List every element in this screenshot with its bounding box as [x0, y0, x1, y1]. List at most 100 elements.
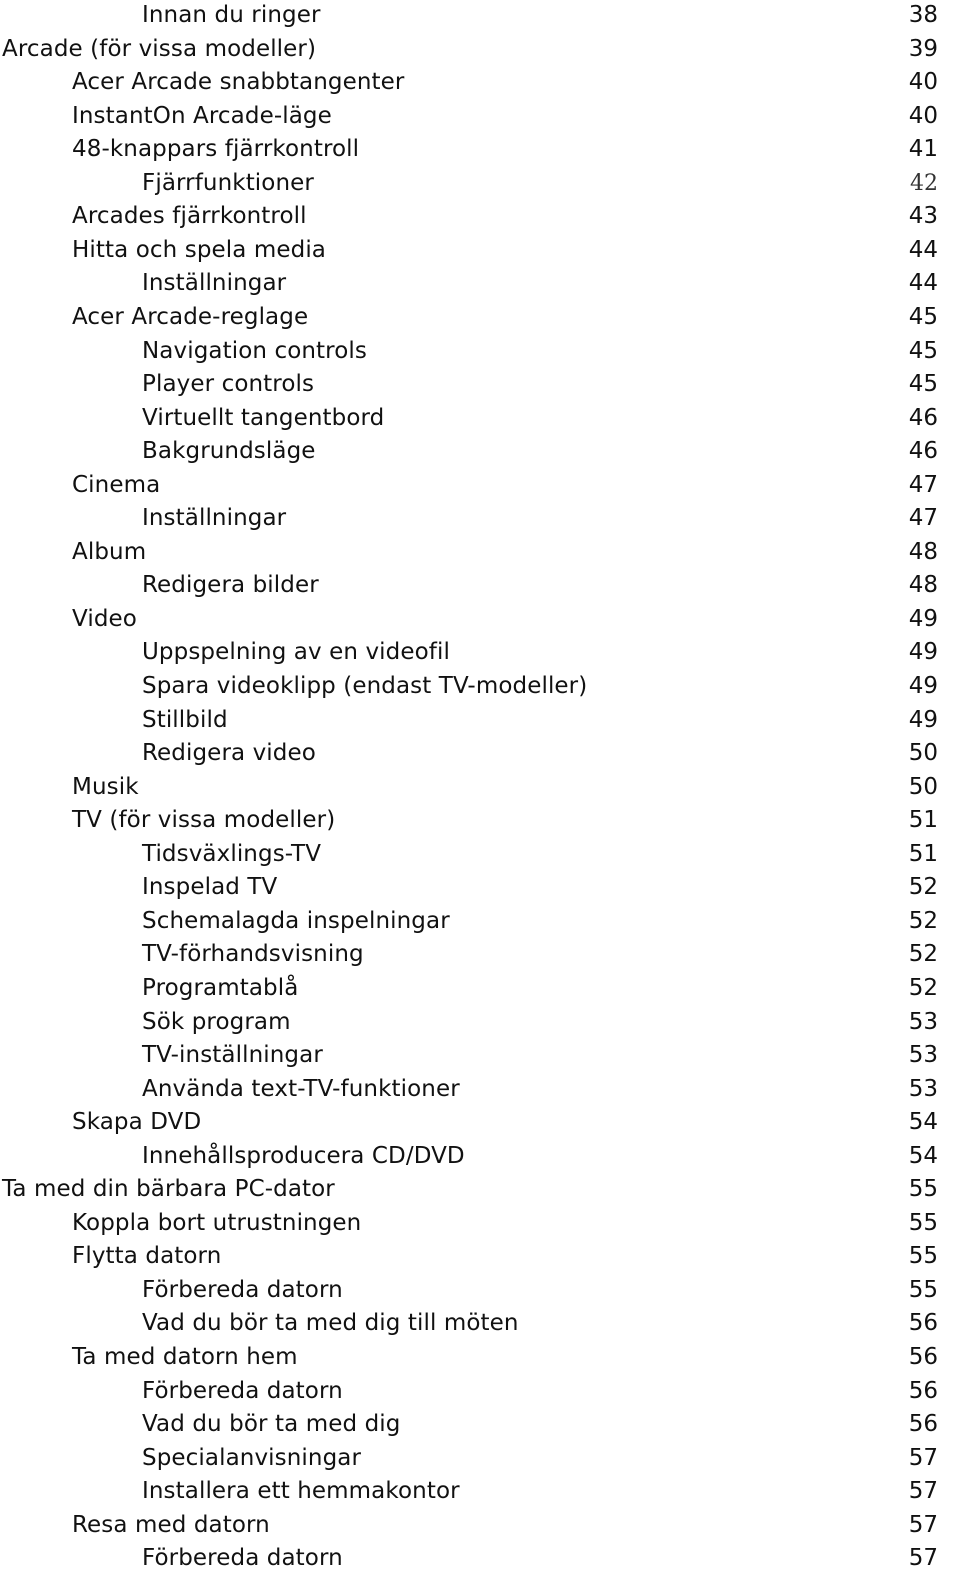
- toc-entry[interactable]: Redigera bilder 48: [0, 569, 960, 602]
- toc-entry[interactable]: Tidsväxlings-TV 51: [0, 838, 960, 871]
- toc-entry[interactable]: Stillbild 49: [0, 704, 960, 737]
- toc-entry-page-number: 53: [908, 1008, 938, 1035]
- toc-entry-title: Ta med din bärbara PC-dator: [2, 1176, 335, 1203]
- toc-entry[interactable]: Flytta datorn 55: [0, 1240, 960, 1273]
- toc-entry-title: Hitta och spela media: [72, 236, 326, 263]
- toc-entry[interactable]: Vad du bör ta med dig till möten 56: [0, 1307, 960, 1340]
- toc-entry-title: Inställningar: [142, 270, 287, 297]
- toc-entry-title: Acer Arcade-reglage: [72, 303, 309, 330]
- toc-entry-page-number: 53: [908, 1042, 938, 1069]
- toc-entry-title: Stillbild: [142, 706, 228, 733]
- toc-entry-title: Uppspelning av en videofil: [142, 639, 450, 666]
- toc-entry[interactable]: TV-förhandsvisning 52: [0, 938, 960, 971]
- toc-entry-page-number: 49: [908, 605, 938, 632]
- toc-entry-page-number: 54: [908, 1142, 938, 1169]
- toc-entry-title: Flytta datorn: [72, 1243, 222, 1270]
- toc-entry-title: Bakgrundsläge: [142, 438, 316, 465]
- toc-entry-page-number: 49: [908, 639, 938, 666]
- toc-entry[interactable]: Ta med datorn hem 56: [0, 1341, 960, 1374]
- toc-entry[interactable]: Album 48: [0, 536, 960, 569]
- toc-entry-page-number: 57: [908, 1444, 938, 1471]
- toc-entry[interactable]: Player controls 45: [0, 368, 960, 401]
- toc-entry[interactable]: Redigera video 50: [0, 737, 960, 770]
- toc-entry-title: Player controls: [142, 371, 315, 398]
- toc-entry[interactable]: Virtuellt tangentbord 46: [0, 402, 960, 435]
- toc-entry-title: Koppla bort utrustningen: [72, 1209, 362, 1236]
- toc-entry-title: Skapa DVD: [72, 1109, 202, 1136]
- toc-entry-title: Navigation controls: [142, 337, 367, 364]
- toc-entry-title: Album: [72, 538, 147, 565]
- toc-entry-title: Virtuellt tangentbord: [142, 404, 385, 431]
- toc-entry[interactable]: Inspelad TV 52: [0, 871, 960, 904]
- toc-entry[interactable]: Förbereda datorn 57: [0, 1542, 960, 1575]
- toc-entry-page-number: 48: [908, 538, 938, 565]
- toc-entry-title: Installera ett hemmakontor: [142, 1478, 460, 1505]
- toc-entry[interactable]: Sök program 53: [0, 1006, 960, 1039]
- toc-entry-page-number: 38: [908, 2, 938, 28]
- toc-entry-page-number: 56: [908, 1411, 938, 1438]
- toc-entry-page-number: 49: [908, 706, 938, 733]
- toc-entry-title: Förbereda datorn: [142, 1377, 343, 1404]
- toc-entry-page-number: 50: [908, 740, 938, 767]
- toc-entry[interactable]: Resa med datorn 57: [0, 1509, 960, 1542]
- toc-entry-page-number: 51: [908, 840, 938, 867]
- toc-entry[interactable]: Cinema 47: [0, 469, 960, 502]
- toc-entry[interactable]: Arcade (för vissa modeller) 39: [0, 33, 960, 66]
- toc-entry[interactable]: InstantOn Arcade-läge 40: [0, 100, 960, 133]
- toc-entry[interactable]: Bakgrundsläge 46: [0, 435, 960, 468]
- toc-entry[interactable]: Arcades fjärrkontroll 43: [0, 200, 960, 233]
- toc-entry[interactable]: Installera ett hemmakontor 57: [0, 1475, 960, 1508]
- toc-entry[interactable]: Förbereda datorn 55: [0, 1274, 960, 1307]
- toc-entry[interactable]: Uppspelning av en videofil 49: [0, 636, 960, 669]
- toc-entry-title: Specialanvisningar: [142, 1444, 362, 1471]
- toc-entry[interactable]: Inställningar 44: [0, 267, 960, 300]
- toc-entry[interactable]: Skapa DVD 54: [0, 1106, 960, 1139]
- toc-entry-page-number: 51: [908, 807, 938, 834]
- toc-entry[interactable]: Hitta och spela media 44: [0, 234, 960, 267]
- toc-entry[interactable]: Innan du ringer 38: [0, 0, 960, 32]
- toc-entry-title: TV (för vissa modeller): [72, 807, 336, 834]
- toc-entry-page-number: 52: [908, 974, 938, 1001]
- toc-entry[interactable]: Ta med din bärbara PC-dator 55: [0, 1173, 960, 1206]
- toc-entry-page-number: 41: [908, 136, 938, 163]
- toc-entry-page-number: 48: [908, 572, 938, 599]
- toc-entry-page-number: 44: [908, 236, 938, 263]
- toc-entry[interactable]: Använda text-TV-funktioner 53: [0, 1073, 960, 1106]
- toc-entry[interactable]: Vad du bör ta med dig 56: [0, 1408, 960, 1441]
- toc-entry-title: 48-knappars fjärrkontroll: [72, 136, 360, 163]
- toc-entry[interactable]: Koppla bort utrustningen 55: [0, 1207, 960, 1240]
- toc-entry-title: Inspelad TV: [142, 874, 278, 901]
- toc-entry-page-number: 54: [908, 1109, 938, 1136]
- toc-entry-page-number: 57: [908, 1511, 938, 1538]
- toc-entry-title: Arcades fjärrkontroll: [72, 203, 307, 230]
- toc-entry[interactable]: Acer Arcade snabbtangenter 40: [0, 66, 960, 99]
- toc-entry-page-number: 55: [908, 1176, 938, 1203]
- toc-entry-page-number: 52: [908, 907, 938, 934]
- toc-entry-title: Ta med datorn hem: [72, 1344, 298, 1370]
- toc-entry[interactable]: Inställningar 47: [0, 502, 960, 535]
- toc-entry[interactable]: Schemalagda inspelningar 52: [0, 905, 960, 938]
- toc-entry-title: Schemalagda inspelningar: [142, 907, 450, 934]
- toc-entry-title: TV-inställningar: [142, 1042, 323, 1069]
- toc-entry-page-number: 47: [908, 471, 938, 498]
- toc-entry[interactable]: Video 49: [0, 603, 960, 636]
- toc-entry[interactable]: Spara videoklipp (endast TV-modeller) 49: [0, 670, 960, 703]
- toc-entry[interactable]: 48-knappars fjärrkontroll 41: [0, 133, 960, 166]
- toc-entry-page-number: 44: [908, 270, 938, 297]
- toc-entry[interactable]: Fjärrfunktioner 42: [0, 167, 960, 200]
- toc-entry[interactable]: TV (för vissa modeller) 51: [0, 804, 960, 837]
- toc-entry[interactable]: Innehållsproducera CD/DVD 54: [0, 1140, 960, 1173]
- toc-entry[interactable]: Acer Arcade-reglage 45: [0, 301, 960, 334]
- toc-entry[interactable]: TV-inställningar 53: [0, 1039, 960, 1072]
- toc-entry-page-number: 39: [908, 35, 938, 62]
- toc-entry-page-number: 57: [908, 1545, 938, 1572]
- toc-entry[interactable]: Programtablå 52: [0, 972, 960, 1005]
- toc-entry[interactable]: Musik 50: [0, 771, 960, 804]
- toc-entry-page-number: 53: [908, 1075, 938, 1102]
- toc-entry[interactable]: Förbereda datorn 56: [0, 1375, 960, 1408]
- toc-entry-title: Fjärrfunktioner: [142, 169, 314, 196]
- toc-entry[interactable]: Specialanvisningar 57: [0, 1442, 960, 1475]
- toc-entry-title: Inställningar: [142, 505, 287, 532]
- toc-entry-page-number: 56: [908, 1377, 938, 1404]
- toc-entry[interactable]: Navigation controls 45: [0, 335, 960, 368]
